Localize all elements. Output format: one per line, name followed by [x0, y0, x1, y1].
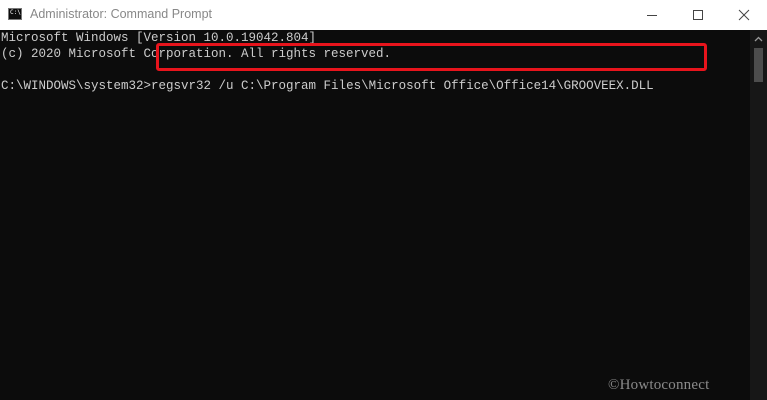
window-title: Administrator: Command Prompt — [30, 7, 213, 21]
prompt-text: C:\WINDOWS\system32> — [1, 79, 152, 93]
minimize-icon — [647, 15, 657, 16]
command-prompt-window: C:\ Administrator: Command Prompt Micros… — [0, 0, 767, 400]
command-line: C:\WINDOWS\system32>regsvr32 /u C:\Progr… — [1, 79, 654, 94]
close-icon — [738, 9, 750, 21]
scroll-up-button[interactable] — [750, 30, 767, 47]
command-text: regsvr32 /u C:\Program Files\Microsoft O… — [151, 79, 654, 93]
scroll-thumb[interactable] — [754, 48, 763, 82]
copyright-line: (c) 2020 Microsoft Corporation. All righ… — [1, 47, 392, 61]
watermark: ©Howtoconnect — [608, 377, 710, 393]
chevron-up-icon — [754, 36, 763, 41]
maximize-icon — [693, 10, 703, 20]
console-output[interactable]: Microsoft Windows [Version 10.0.19042.80… — [0, 30, 750, 400]
maximize-button[interactable] — [675, 0, 721, 30]
version-line: Microsoft Windows [Version 10.0.19042.80… — [1, 31, 317, 45]
title-bar[interactable]: C:\ Administrator: Command Prompt — [0, 0, 767, 30]
close-button[interactable] — [721, 0, 767, 30]
vertical-scrollbar[interactable] — [750, 30, 767, 400]
cmd-icon: C:\ — [8, 8, 22, 20]
minimize-button[interactable] — [629, 0, 675, 30]
